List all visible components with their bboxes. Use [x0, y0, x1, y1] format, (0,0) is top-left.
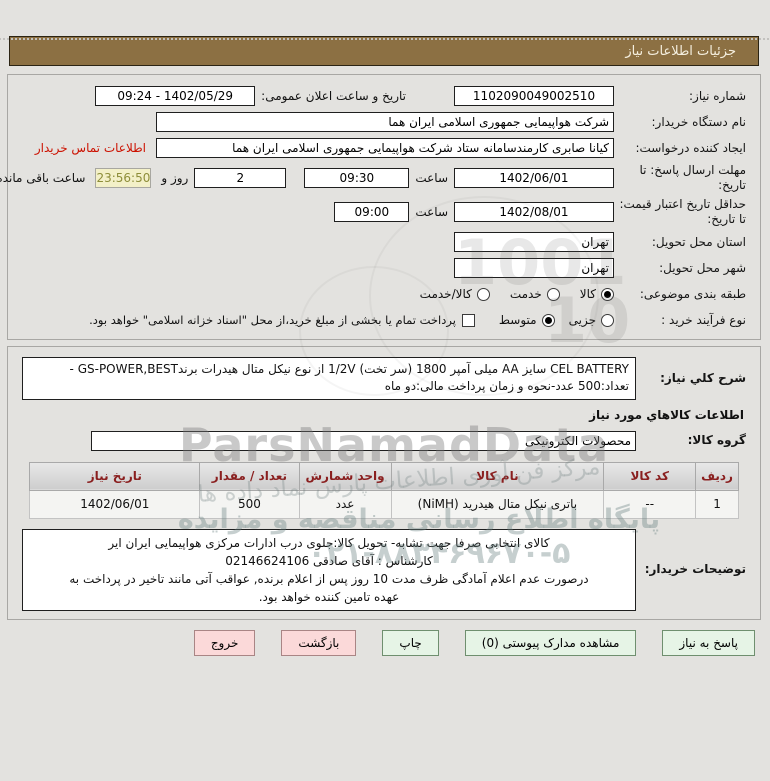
- province-label: استان محل تحویل:: [652, 234, 747, 249]
- buyer-notes-line: عهده تامین کننده خواهد بود.: [259, 589, 401, 604]
- countdown-label: ساعت باقی مانده: [0, 171, 87, 185]
- reply-to-need-button[interactable]: پاسخ به نیاز: [663, 629, 756, 656]
- subject-class-label: طبقه بندی موضوعی:: [640, 286, 747, 301]
- col-header-quantity: تعداد / مقدار: [200, 461, 301, 491]
- countdown-timer: 23:56:50: [96, 168, 153, 188]
- buyer-notes-label: توضیحات خریدار:: [645, 562, 747, 577]
- goods-group-row: گروه کالا:: [23, 430, 747, 452]
- request-creator-input[interactable]: [157, 138, 615, 158]
- goods-section-header: اطلاعات کالاهاي مورد نیاز: [590, 407, 745, 422]
- radio-selected-icon[interactable]: [542, 313, 556, 327]
- subject-class-row: طبقه بندی موضوعی: کالا خدمت کالا/خدمت: [23, 283, 747, 305]
- remaining-days-input[interactable]: [195, 168, 288, 188]
- subject-option-kala[interactable]: کالا: [581, 287, 615, 301]
- goods-table-header-row: ردیف کد کالا نام کالا واحد شمارش تعداد /…: [30, 461, 740, 491]
- price-validity-label: حداقل تاریخ اعتبار قیمت: تا تاریخ:: [620, 197, 747, 226]
- request-creator-row: ایجاد کننده درخواست: اطلاعات تماس خریدار: [23, 137, 747, 159]
- announce-datetime-label: تاریخ و ساعت اعلان عمومی:: [262, 89, 407, 103]
- city-label: شهر محل تحویل:: [660, 260, 747, 275]
- city-row: شهر محل تحویل:: [23, 257, 747, 279]
- page-top-dotted-divider: [0, 38, 770, 40]
- province-row: استان محل تحویل:: [23, 231, 747, 253]
- buyer-org-label: نام دستگاه خریدار:: [652, 114, 748, 129]
- process-option-motevaset[interactable]: متوسط: [500, 313, 556, 327]
- treasury-checkbox-label: پرداخت تمام یا بخشی از مبلغ خرید،از محل …: [90, 313, 457, 327]
- need-desc-row: شرح کلي نیاز: CEL BATTERY سایز AA میلی آ…: [23, 357, 747, 400]
- page-title-bar: جزئیات اطلاعات نیاز: [10, 36, 760, 66]
- subject-option-khadamat-label: خدمت: [510, 287, 543, 301]
- process-type-row: نوع فرآیند خرید : جزیی متوسط پرداخت تمام…: [23, 309, 747, 331]
- col-header-need-date: تاریخ نیاز: [30, 461, 202, 491]
- need-desc-line1: CEL BATTERY سایز AA میلی آمپر 1800 (سر ت…: [70, 362, 630, 376]
- radio-unselected-icon[interactable]: [547, 287, 561, 301]
- buyer-notes-line: کالای انتخابی صرفا جهت تشابه- تحویل کالا…: [109, 535, 551, 550]
- action-button-row: پاسخ به نیاز مشاهده مدارک پیوستی (0) چاپ…: [0, 629, 756, 656]
- need-desc-box[interactable]: CEL BATTERY سایز AA میلی آمپر 1800 (سر ت…: [23, 357, 637, 400]
- process-option-jozii-label: جزیی: [569, 313, 597, 327]
- reply-deadline-hour-label: ساعت: [416, 171, 449, 185]
- back-button[interactable]: بازگشت: [282, 629, 358, 656]
- need-details-panel: شرح کلي نیاز: CEL BATTERY سایز AA میلی آ…: [8, 346, 762, 620]
- buyer-org-row: نام دستگاه خریدار:: [23, 111, 747, 133]
- subject-option-kala-khadamat-label: کالا/خدمت: [420, 287, 473, 301]
- page-title: جزئیات اطلاعات نیاز: [626, 43, 737, 59]
- need-desc-line2: تعداد:500 عدد-نحوه و زمان پرداخت مالی:دو…: [385, 379, 630, 394]
- announce-datetime-input[interactable]: [96, 86, 257, 106]
- price-validity-row: حداقل تاریخ اعتبار قیمت: تا تاریخ: ساعت: [23, 197, 747, 227]
- price-validity-time-input[interactable]: [335, 202, 411, 222]
- buyer-notes-box[interactable]: کالای انتخابی صرفا جهت تشابه- تحویل کالا…: [23, 528, 637, 611]
- province-input[interactable]: [455, 232, 615, 252]
- request-info-panel: شماره نیاز: تاریخ و ساعت اعلان عمومی: نا…: [0, 74, 762, 340]
- cell-item-code: --: [604, 489, 698, 519]
- buyer-contact-link[interactable]: اطلاعات تماس خریدار: [36, 141, 147, 155]
- goods-group-label: گروه کالا:: [688, 433, 747, 448]
- need-number-row: شماره نیاز: تاریخ و ساعت اعلان عمومی:: [23, 85, 747, 107]
- cell-item-name: باتری نیکل متال هیدرید (NiMH): [391, 489, 606, 519]
- buyer-notes-row: توضیحات خریدار: کالای انتخابی صرفا جهت ت…: [23, 528, 747, 611]
- buyer-notes-line: کارشناس : آقای صادقی 02146624106: [226, 553, 434, 568]
- col-header-item-code: کد کالا: [604, 461, 698, 491]
- price-validity-date-input[interactable]: [455, 202, 615, 222]
- col-header-row-number: ردیف: [696, 461, 740, 491]
- goods-group-input[interactable]: [92, 430, 637, 451]
- price-validity-hour-label: ساعت: [416, 205, 449, 219]
- need-desc-label: شرح کلي نیاز:: [661, 370, 747, 385]
- process-option-motevaset-label: متوسط: [499, 313, 538, 327]
- exit-button[interactable]: خروج: [194, 629, 257, 656]
- col-header-item-name: نام کالا: [391, 461, 606, 491]
- print-button[interactable]: چاپ: [383, 629, 440, 656]
- subject-option-khadamat[interactable]: خدمت: [511, 287, 561, 301]
- cell-row-number: 1: [696, 489, 740, 519]
- cell-need-date: 1402/06/01: [30, 489, 202, 519]
- request-creator-label: ایجاد کننده درخواست:: [636, 140, 747, 155]
- process-type-label: نوع فرآیند خرید :: [662, 312, 747, 327]
- subject-option-kala-label: کالا: [580, 287, 597, 301]
- city-input[interactable]: [455, 258, 615, 278]
- need-number-input[interactable]: [455, 86, 615, 106]
- process-option-jozii[interactable]: جزیی: [570, 313, 615, 327]
- reply-deadline-label: مهلت ارسال پاسخ: تا تاریخ:: [640, 163, 747, 192]
- subject-option-kala-khadamat[interactable]: کالا/خدمت: [421, 287, 491, 301]
- reply-deadline-date-input[interactable]: [455, 168, 615, 188]
- col-header-unit: واحد شمارش: [299, 461, 393, 491]
- buyer-org-input[interactable]: [157, 112, 615, 132]
- radio-selected-icon[interactable]: [602, 287, 615, 301]
- treasury-checkbox[interactable]: [462, 313, 476, 327]
- radio-unselected-icon[interactable]: [477, 287, 491, 301]
- radio-unselected-icon[interactable]: [602, 313, 615, 327]
- reply-deadline-time-input[interactable]: [305, 168, 411, 188]
- cell-quantity: 500: [200, 489, 301, 519]
- cell-unit: عدد: [299, 489, 393, 519]
- buyer-notes-line: درصورت عدم اعلام آمادگی ظرف مدت 10 روز پ…: [70, 571, 590, 586]
- table-row: 1 -- باتری نیکل متال هیدرید (NiMH) عدد 5…: [30, 489, 740, 519]
- view-attachments-button[interactable]: مشاهده مدارک پیوستی (0): [465, 629, 638, 656]
- remaining-days-label: روز و: [162, 171, 190, 185]
- reply-deadline-row: مهلت ارسال پاسخ: تا تاریخ: ساعت روز و 23…: [0, 163, 747, 193]
- need-number-label: شماره نیاز:: [690, 88, 747, 103]
- goods-table: ردیف کد کالا نام کالا واحد شمارش تعداد /…: [30, 461, 740, 519]
